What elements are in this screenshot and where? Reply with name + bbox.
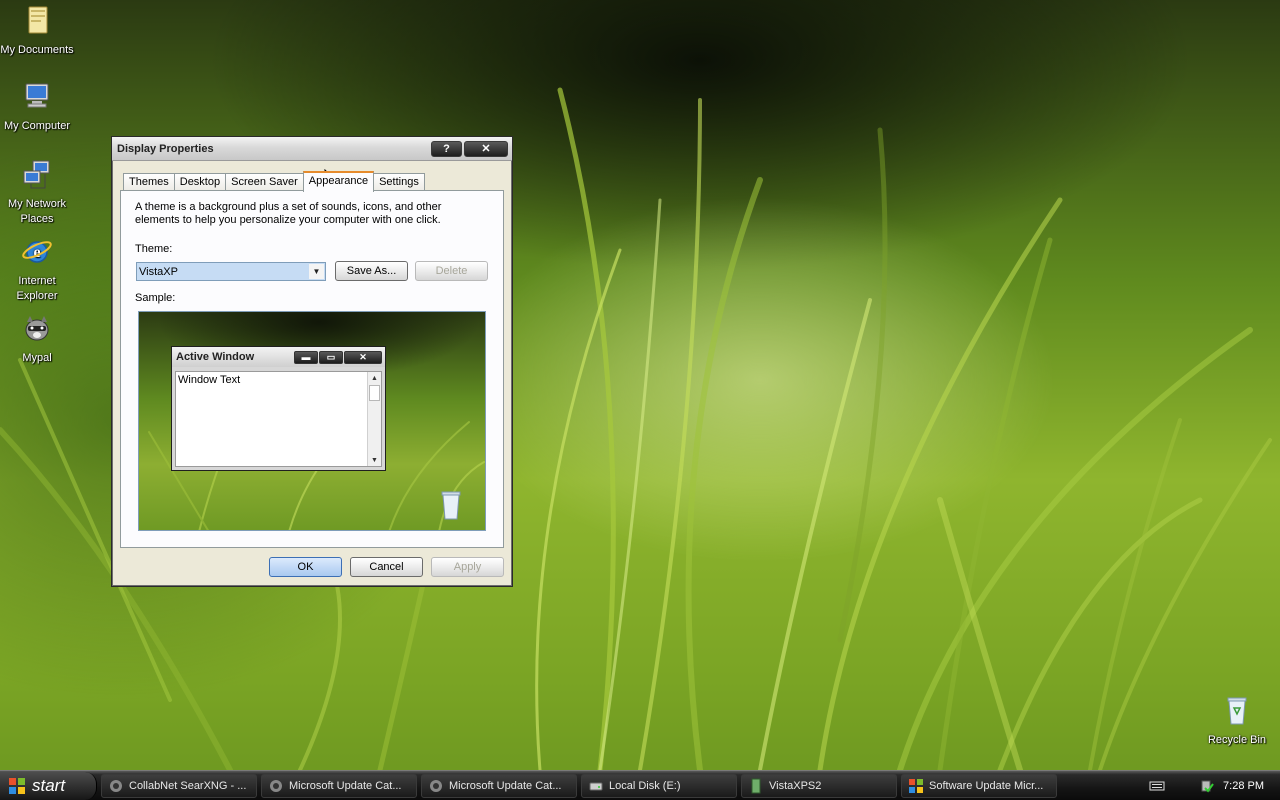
tab-settings[interactable]: Settings (373, 173, 425, 191)
dialog-title: Display Properties (117, 142, 214, 155)
scroll-up-arrow-icon: ▲ (371, 374, 378, 382)
desktop-icon-label: My Documents (0, 44, 74, 56)
desktop-icon-mypal[interactable]: Mypal (0, 312, 74, 366)
internet-explorer-icon: e (22, 241, 52, 263)
sample-recycle-bin-icon (441, 491, 461, 520)
tab-themes[interactable]: Themes (123, 173, 175, 191)
minimize-icon: ▬ (294, 350, 318, 364)
desktop-icon-recycle-bin[interactable]: Recycle Bin (1200, 694, 1274, 748)
desktop-icon-label: My Network Places (7, 198, 67, 225)
start-button[interactable]: start (0, 772, 97, 800)
help-button[interactable]: ? (431, 140, 462, 157)
desktop-icon-label: Recycle Bin (1207, 734, 1267, 746)
sample-window-text: Window Text (178, 374, 241, 386)
system-tray: 7:28 PM (1148, 771, 1280, 800)
taskbar-item[interactable]: Local Disk (E:) (581, 774, 737, 798)
taskbar-item[interactable]: Microsoft Update Cat... (261, 774, 417, 798)
taskbar-item-label: Software Update Micr... (929, 780, 1044, 792)
cancel-button[interactable]: Cancel (350, 557, 423, 577)
tab-panel: A theme is a background plus a set of so… (120, 190, 504, 548)
taskbar-item[interactable]: Microsoft Update Cat... (421, 774, 577, 798)
close-button[interactable]: ✕ (464, 140, 508, 157)
keyboard-icon[interactable] (1149, 780, 1165, 792)
apply-button[interactable]: Apply (431, 557, 504, 577)
theme-description: A theme is a background plus a set of so… (135, 201, 442, 226)
theme-select-value: VistaXP (139, 265, 178, 278)
taskbar-item-label: VistaXPS2 (769, 780, 822, 792)
titlebar-buttons: ? ✕ (431, 140, 508, 157)
sample-scrollbar: ▲ ▼ (367, 372, 381, 466)
archive-icon (751, 778, 761, 794)
dialog-titlebar[interactable]: Display Properties ? ✕ (112, 137, 512, 161)
delete-button[interactable]: Delete (415, 261, 488, 281)
sample-window-buttons: ▬ ▭ ✕ (294, 350, 382, 364)
tab-strip: Themes Desktop Screen Saver Appearance S… (123, 170, 425, 192)
save-as-button[interactable]: Save As... (335, 261, 408, 281)
sample-window-titlebar: Active Window ▬ ▭ ✕ (172, 347, 385, 367)
tab-screen-saver[interactable]: Screen Saver (225, 173, 304, 191)
drive-icon (589, 782, 603, 791)
scroll-thumb (369, 385, 380, 401)
desktop-icon-my-computer[interactable]: My Computer (0, 80, 74, 134)
display-properties-dialog: Display Properties ? ✕ Themes Desktop Sc… (111, 136, 513, 587)
close-icon: ✕ (344, 350, 382, 364)
desktop-icon-my-network-places[interactable]: My Network Places (0, 158, 74, 227)
taskbar-item[interactable]: CollabNet SearXNG - ... (101, 774, 257, 798)
desktop-icon-my-documents[interactable]: My Documents (0, 4, 74, 58)
clock[interactable]: 7:28 PM (1223, 780, 1264, 792)
ok-button[interactable]: OK (269, 557, 342, 577)
searxng-app-icon (110, 780, 122, 792)
taskbar: start CollabNet SearXNG - ... Microsoft … (0, 770, 1280, 800)
tab-appearance[interactable]: Appearance (302, 171, 375, 192)
theme-label: Theme: (135, 243, 173, 255)
windows-logo-icon (9, 778, 25, 794)
desktop-icon-label: Internet Explorer (16, 275, 58, 302)
taskbar-item[interactable]: Software Update Micr... (901, 774, 1057, 798)
sample-label: Sample: (135, 292, 176, 304)
sample-active-window: Active Window ▬ ▭ ✕ Window Text ▲ ▼ (171, 346, 386, 471)
sample-window-title: Active Window (176, 351, 255, 363)
taskbar-item-label: CollabNet SearXNG - ... (129, 780, 247, 792)
safely-remove-hardware-icon[interactable] (1199, 778, 1215, 794)
taskbar-item-label: Microsoft Update Cat... (449, 780, 562, 792)
chevron-down-icon[interactable]: ▼ (309, 264, 324, 279)
sample-window-body: Window Text ▲ ▼ (175, 371, 382, 467)
start-label: start (32, 776, 66, 795)
taskbar-item-label: Local Disk (E:) (609, 780, 681, 792)
computer-icon (25, 83, 49, 108)
recycle-bin-icon (1227, 697, 1247, 725)
browser-app-icon (430, 780, 442, 792)
taskbar-item[interactable]: VistaXPS2 (741, 774, 897, 798)
maximize-icon: ▭ (319, 350, 343, 364)
scroll-down-arrow-icon: ▼ (371, 456, 378, 464)
folder-documents-icon (28, 6, 48, 34)
windows-update-icon (909, 779, 923, 793)
desktop-icon-internet-explorer[interactable]: e Internet Explorer (0, 235, 74, 304)
desktop-icon-label: Mypal (22, 352, 52, 364)
theme-select[interactable]: VistaXP ▼ (136, 262, 326, 281)
taskbar-item-label: Microsoft Update Cat... (289, 780, 402, 792)
desktop-icon-label: My Computer (3, 120, 71, 132)
mypal-raccoon-icon (25, 316, 49, 341)
browser-app-icon (270, 780, 282, 792)
sample-preview: Active Window ▬ ▭ ✕ Window Text ▲ ▼ (138, 311, 486, 531)
network-icon (23, 160, 50, 189)
tab-desktop[interactable]: Desktop (173, 173, 227, 191)
